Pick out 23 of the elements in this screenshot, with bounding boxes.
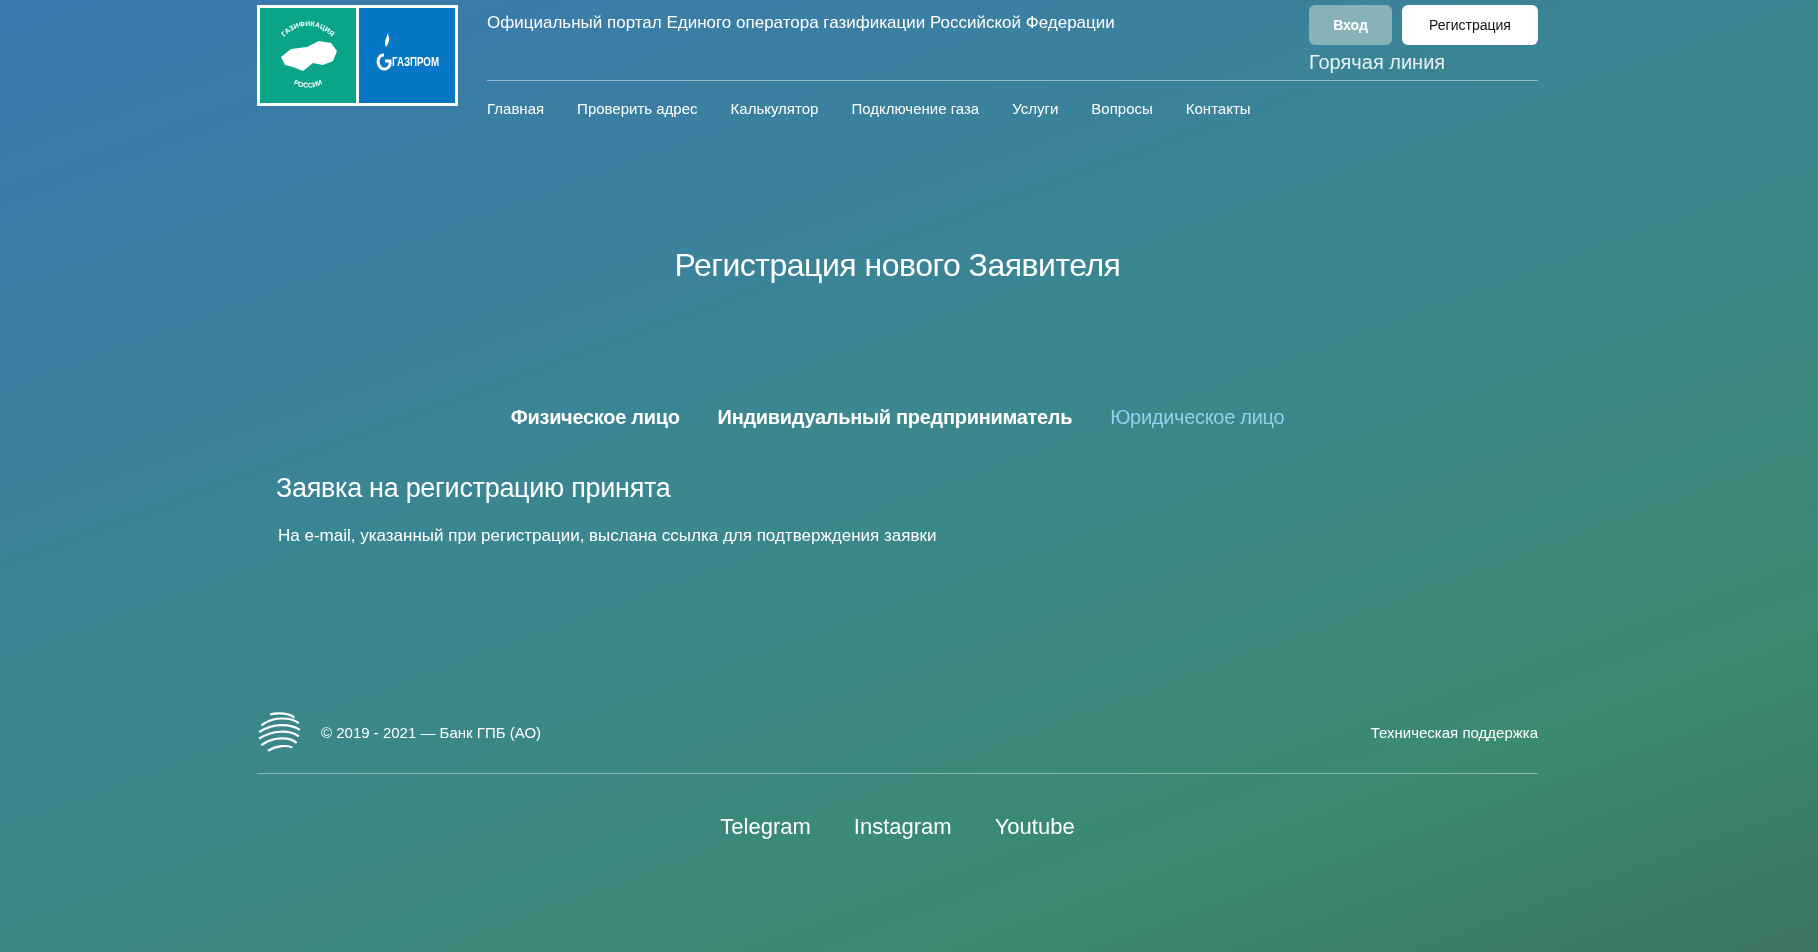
nav-link[interactable]: Вопросы <box>1091 100 1153 117</box>
message-title: Заявка на регистрацию принята <box>276 473 672 504</box>
register-button[interactable]: Регистрация <box>1402 5 1538 45</box>
message-text: На e-mail, указанный при регистрации, выслана ссылка для подтверждения заявки <box>278 526 938 546</box>
tab[interactable]: Юридическое лицо <box>1110 406 1285 429</box>
nav-link[interactable]: Главная <box>487 100 545 117</box>
globe-icon <box>257 710 301 754</box>
copyright-text: © 2019 - 2021 — Банк ГПБ (АО) <box>321 723 542 741</box>
page-title: Регистрация нового Заявителя <box>673 247 1122 284</box>
hotline-link[interactable]: Горячая линия <box>1309 51 1538 74</box>
social-link[interactable]: Youtube <box>994 814 1075 840</box>
support-link[interactable]: Техническая поддержка <box>1370 723 1538 741</box>
nav-link[interactable]: Контакты <box>1185 100 1251 117</box>
nav-link[interactable]: Подключение газа <box>851 100 980 117</box>
tab[interactable]: Индивидуальный предприниматель <box>717 406 1073 429</box>
nav-link[interactable]: Услуги <box>1012 100 1059 117</box>
social-link[interactable]: Instagram <box>853 814 952 840</box>
nav-link[interactable]: Проверить адрес <box>577 100 698 117</box>
nav-link[interactable]: Калькулятор <box>730 100 819 117</box>
login-button[interactable]: Вход <box>1309 5 1392 45</box>
portal-title: Официальный портал Единого оператора газификации Российской Федерации <box>487 12 1115 34</box>
social-link[interactable]: Telegram <box>720 814 811 840</box>
tab[interactable]: Физическое лицо <box>510 406 680 429</box>
